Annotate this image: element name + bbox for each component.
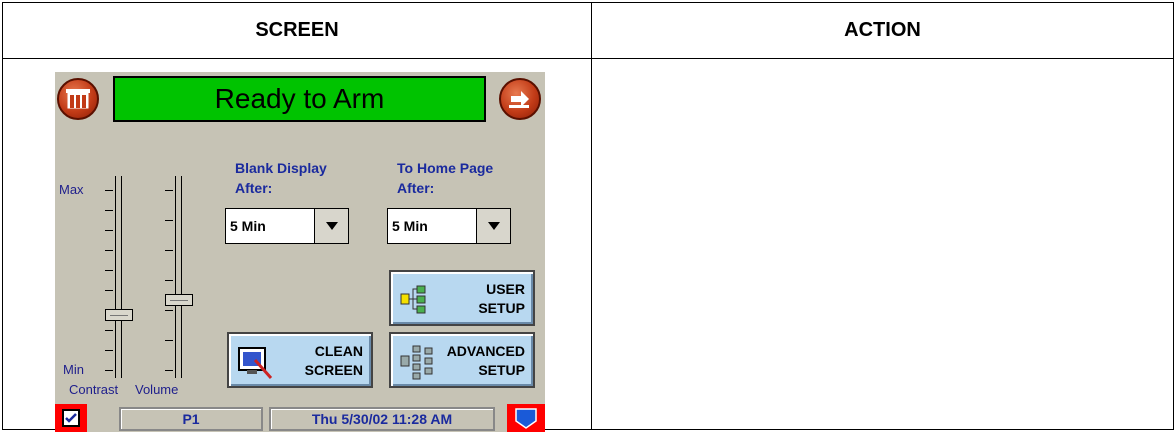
table-divider-vertical [591, 3, 592, 429]
user-setup-icon [399, 282, 435, 318]
blank-display-value: 5 Min [230, 218, 266, 234]
partition-indicator[interactable]: P1 [119, 407, 263, 431]
column-header-action: ACTION [844, 19, 921, 41]
volume-slider[interactable] [165, 176, 193, 378]
slider-max-label: Max [59, 182, 84, 197]
back-arrow-icon[interactable] [499, 78, 541, 120]
device-screen: Ready to Arm Max Min Contrast Volume Bla… [55, 72, 545, 432]
advanced-setup-label-line1: ADVANCED [446, 343, 525, 359]
user-setup-button[interactable]: USER SETUP [389, 270, 535, 326]
clean-screen-label-line2: SCREEN [304, 362, 363, 378]
clean-screen-icon [237, 344, 273, 380]
home-page-label-line1: To Home Page [397, 160, 494, 176]
clean-screen-button[interactable]: CLEAN SCREEN [227, 332, 373, 388]
advanced-setup-label-line2: SETUP [478, 362, 525, 378]
contrast-slider-thumb[interactable] [105, 309, 133, 321]
blank-display-label-line2: After: [235, 180, 273, 196]
contrast-label: Contrast [69, 382, 119, 397]
house-icon[interactable] [57, 78, 99, 120]
settings-panel: Max Min Contrast Volume Blank Display Af… [55, 128, 545, 404]
home-page-label-line2: After: [397, 180, 435, 196]
user-setup-label: USER SETUP [478, 280, 525, 318]
user-setup-label-line1: USER [486, 281, 525, 297]
blank-display-label: Blank Display After: [235, 158, 327, 198]
instruction-table: SCREEN ACTION Ready to Arm Max Min Contr… [2, 2, 1174, 432]
volume-label: Volume [135, 382, 179, 397]
status-banner: Ready to Arm [113, 76, 486, 122]
shield-icon[interactable] [507, 404, 545, 432]
advanced-setup-button[interactable]: ADVANCED SETUP [389, 332, 535, 388]
volume-slider-thumb[interactable] [165, 294, 193, 306]
column-header-screen: SCREEN [255, 19, 339, 41]
advanced-setup-icon [399, 344, 435, 380]
blank-display-label-line1: Blank Display [235, 160, 327, 176]
chevron-down-icon[interactable] [476, 209, 510, 243]
clean-screen-label-line1: CLEAN [314, 343, 363, 359]
contrast-slider[interactable] [105, 176, 133, 378]
slider-min-label: Min [63, 362, 84, 377]
user-setup-label-line2: SETUP [478, 300, 525, 316]
blank-display-select[interactable]: 5 Min [225, 208, 349, 244]
table-divider-horizontal [3, 58, 1173, 59]
date-time-display: Thu 5/30/02 11:28 AM [269, 407, 495, 431]
home-page-value: 5 Min [392, 218, 428, 234]
home-page-label: To Home Page After: [397, 158, 493, 198]
home-page-select[interactable]: 5 Min [387, 208, 511, 244]
top-bar: Ready to Arm [55, 72, 545, 125]
advanced-setup-label: ADVANCED SETUP [447, 342, 525, 380]
chevron-down-icon[interactable] [314, 209, 348, 243]
clean-screen-label: CLEAN SCREEN [305, 342, 363, 380]
status-bar: P1 Thu 5/30/02 11:28 AM [55, 404, 545, 432]
checkbox-icon[interactable] [55, 404, 87, 432]
